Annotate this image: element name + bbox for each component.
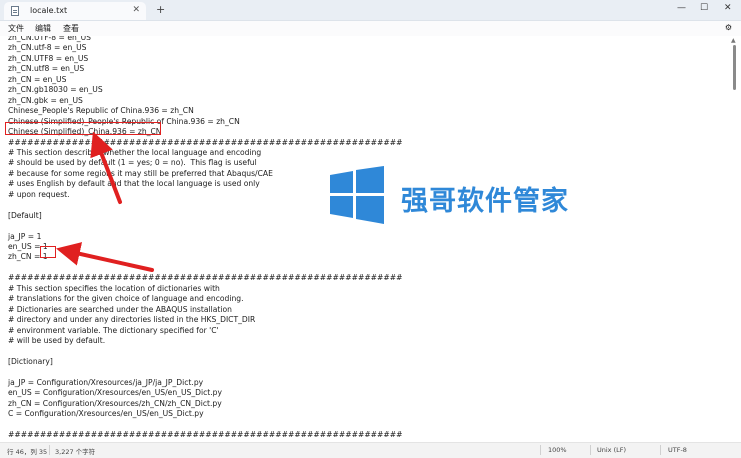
menu-file[interactable]: 文件 [8,23,24,34]
editor-line: zh_CN.utf-8 = en_US [8,43,87,53]
character-count: 3,227 个字符 [55,448,96,456]
editor-line: # translations for the given choice of l… [8,294,244,304]
status-separator [660,445,661,455]
editor-line: # directory and under any directories li… [8,315,256,325]
editor-line: # environment variable. The dictionary s… [8,325,219,335]
editor-line: # will be used by default. [8,336,106,346]
editor-line: [Default] [8,210,42,220]
vertical-scrollbar[interactable]: ▲ [730,37,738,442]
editor-line: zh_CN = Configuration/Xresources/zh_CN/z… [8,398,222,408]
editor-line: # because for some regions it may still … [8,168,273,178]
editor-line: ########################################… [8,430,403,440]
title-bar: locale.txt ✕ + — ☐ ✕ [0,0,741,21]
editor-line: ########################################… [8,273,403,283]
menu-bar: 文件 编辑 查看 ⚙ [0,21,741,36]
editor-line: ########################################… [8,137,403,147]
editor-line: Chinese_People's Republic of China.936 =… [8,106,194,116]
settings-gear-icon[interactable]: ⚙ [725,23,732,32]
file-icon [11,6,19,16]
editor-line: # uses English by default and that the l… [8,179,260,189]
maximize-button[interactable]: ☐ [700,3,708,13]
highlight-box-china-936 [5,122,161,135]
minimize-button[interactable]: — [677,3,686,13]
editor-line: # This section specifies the location of… [8,283,220,293]
editor-line: ja_JP = Configuration/Xresources/ja_JP/j… [8,377,204,387]
editor-line: en_US = Configuration/Xresources/en_US/e… [8,388,222,398]
status-separator [540,445,541,455]
status-separator [590,445,591,455]
editor-line: # This section describes whether the loc… [8,147,262,157]
watermark-text: 强哥软件管家 [401,186,569,217]
close-window-button[interactable]: ✕ [724,3,732,13]
tab-locale-txt[interactable]: locale.txt ✕ [4,2,146,20]
editor-line: zh_CN.UTF8 = en_US [8,53,89,63]
editor-line: zh_CN = en_US [8,74,67,84]
editor-line: ja_JP = 1 [8,231,42,241]
encoding[interactable]: UTF-8 [668,446,687,454]
line-ending[interactable]: Unix (LF) [597,446,626,454]
menu-view[interactable]: 查看 [63,23,79,34]
scroll-up-icon[interactable]: ▲ [731,37,736,44]
editor-line: # upon request. [8,189,70,199]
cursor-position: 行 46，列 35 [7,448,48,456]
menu-edit[interactable]: 编辑 [35,23,51,34]
tab-title: locale.txt [30,6,68,15]
highlight-box-zh-cn-value [40,246,56,258]
editor-line: zh_CN.gbk = en_US [8,95,83,105]
editor-line: [Dictionary] [8,356,53,366]
editor-line: C = Configuration/Xresources/en_US/en_US… [8,409,204,419]
text-editor[interactable]: zh_CN.UTF-8 = en_US zh_CN.utf-8 = en_US zh… [0,36,741,442]
editor-line: zh_CN.utf8 = en_US [8,64,85,74]
status-bar: 行 46，列 35 3,227 个字符 100% Unix (LF) UTF-8 [0,442,741,458]
new-tab-button[interactable]: + [156,3,165,16]
editor-line: zh_CN.gb18030 = en_US [8,85,103,95]
tab-close-icon[interactable]: ✕ [132,5,140,15]
zoom-level[interactable]: 100% [548,446,567,454]
status-separator [49,445,50,455]
windows-logo-icon [330,166,384,224]
editor-line: # should be used by default (1 = yes; 0 … [8,158,257,168]
scrollbar-thumb[interactable] [733,45,736,90]
editor-line: # Dictionaries are searched under the AB… [8,304,232,314]
